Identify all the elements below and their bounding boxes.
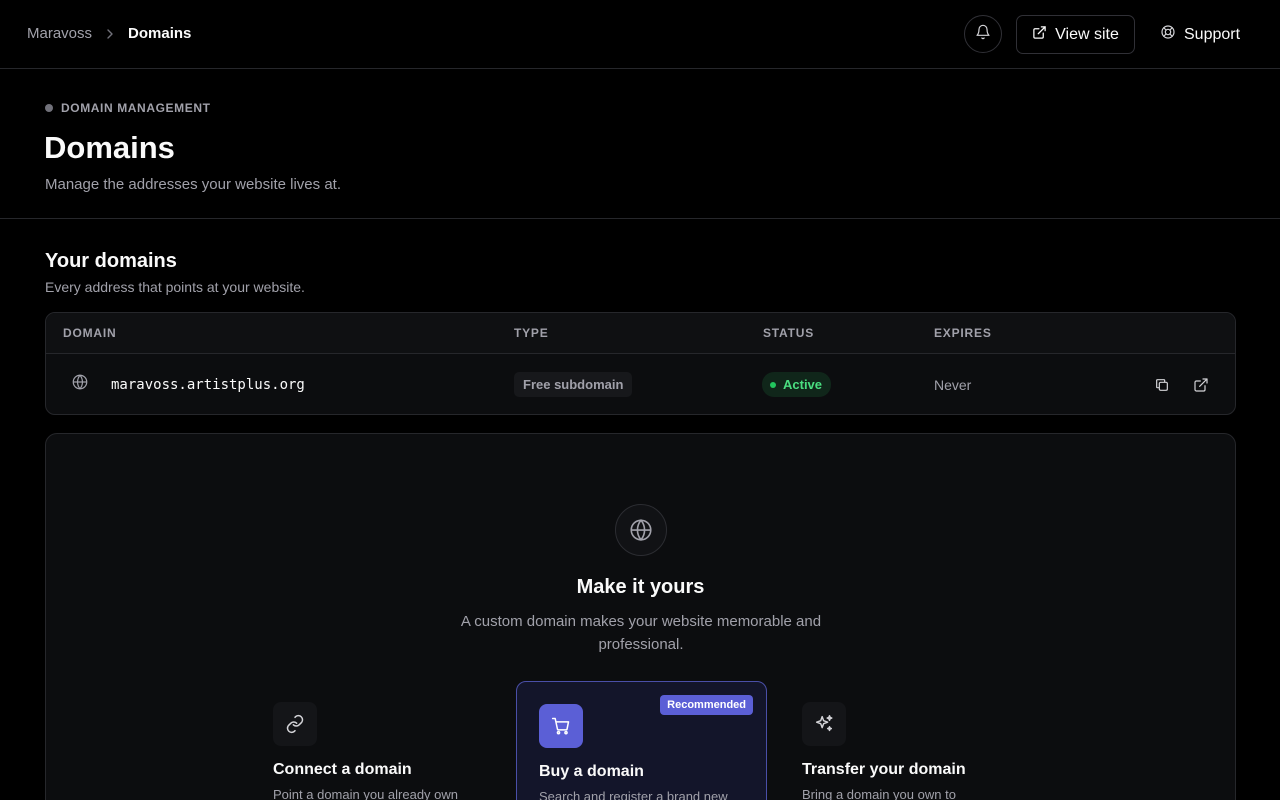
recommended-badge: Recommended xyxy=(660,695,753,715)
globe-icon xyxy=(615,504,667,556)
domain-name: maravoss.artistplus.org xyxy=(111,376,305,393)
connect-domain-option[interactable]: Connect a domain Point a domain you alre… xyxy=(273,681,524,800)
cta-title: Make it yours xyxy=(576,576,705,598)
external-link-icon[interactable] xyxy=(1189,373,1213,397)
external-link-icon xyxy=(1032,25,1047,45)
option-description: Bring a domain you own to xyxy=(802,787,956,800)
cta-description: A custom domain makes your website memor… xyxy=(460,613,822,653)
copy-icon[interactable] xyxy=(1150,373,1174,397)
domains-table: DOMAIN TYPE STATUS EXPIRES maravoss.arti… xyxy=(45,312,1236,415)
type-badge: Free subdomain xyxy=(514,372,633,397)
option-description: Search and register a brand new xyxy=(539,789,728,800)
column-header-expires: EXPIRES xyxy=(934,326,992,340)
option-title: Transfer your domain xyxy=(802,761,966,778)
column-header-status: STATUS xyxy=(763,326,815,340)
sparkles-icon xyxy=(802,702,846,746)
page-title: Domains xyxy=(44,130,175,165)
open-cell xyxy=(1189,354,1213,414)
column-header-domain: DOMAIN xyxy=(63,326,117,340)
buy-domain-option[interactable]: Recommended Buy a domain Search and regi… xyxy=(516,681,767,800)
status-label: Active xyxy=(783,377,823,392)
column-header-type: TYPE xyxy=(514,326,549,340)
section-title: Your domains xyxy=(45,250,177,272)
chevron-right-icon xyxy=(106,28,114,39)
copy-cell xyxy=(1150,354,1174,414)
support-label: Support xyxy=(1184,25,1241,43)
globe-icon xyxy=(71,373,89,396)
lifebuoy-icon xyxy=(1160,24,1176,45)
bell-icon xyxy=(975,24,991,45)
table-row[interactable]: maravoss.artistplus.org Free subdomain A… xyxy=(46,354,1235,414)
section-subtitle: Every address that points at your websit… xyxy=(45,279,305,295)
status-cell: Active xyxy=(762,354,832,414)
eyebrow-label: DOMAIN MANAGEMENT xyxy=(61,101,211,115)
status-badge: Active xyxy=(762,372,832,397)
option-title: Connect a domain xyxy=(273,761,412,778)
status-dot xyxy=(770,381,776,388)
eyebrow-dot xyxy=(45,104,53,112)
page-subtitle: Manage the addresses your website lives … xyxy=(45,176,341,193)
page-eyebrow: DOMAIN MANAGEMENT xyxy=(45,101,211,115)
type-cell: Free subdomain xyxy=(514,354,633,414)
table-header: DOMAIN TYPE STATUS EXPIRES xyxy=(46,313,1235,354)
expires-cell: Never xyxy=(934,354,972,414)
option-title: Buy a domain xyxy=(539,763,644,780)
link-icon xyxy=(273,702,317,746)
custom-domain-card: Make it yours A custom domain makes your… xyxy=(45,433,1236,800)
breadcrumb-root-link[interactable]: Maravoss xyxy=(27,25,92,42)
view-site-button[interactable]: View site xyxy=(1016,15,1135,54)
support-button[interactable]: Support xyxy=(1160,15,1240,54)
view-site-label: View site xyxy=(1055,25,1119,43)
domain-cell: maravoss.artistplus.org xyxy=(71,354,305,414)
top-bar: Maravoss Domains View site Support xyxy=(0,0,1280,69)
notifications-button[interactable] xyxy=(964,15,1002,53)
cart-icon xyxy=(539,704,583,748)
header-divider xyxy=(0,218,1280,219)
transfer-domain-option[interactable]: Transfer your domain Bring a domain you … xyxy=(802,681,1053,800)
option-description: Point a domain you already own xyxy=(273,787,459,800)
expires-value: Never xyxy=(934,376,972,393)
breadcrumb: Maravoss Domains xyxy=(27,25,191,42)
breadcrumb-current: Domains xyxy=(128,25,192,42)
